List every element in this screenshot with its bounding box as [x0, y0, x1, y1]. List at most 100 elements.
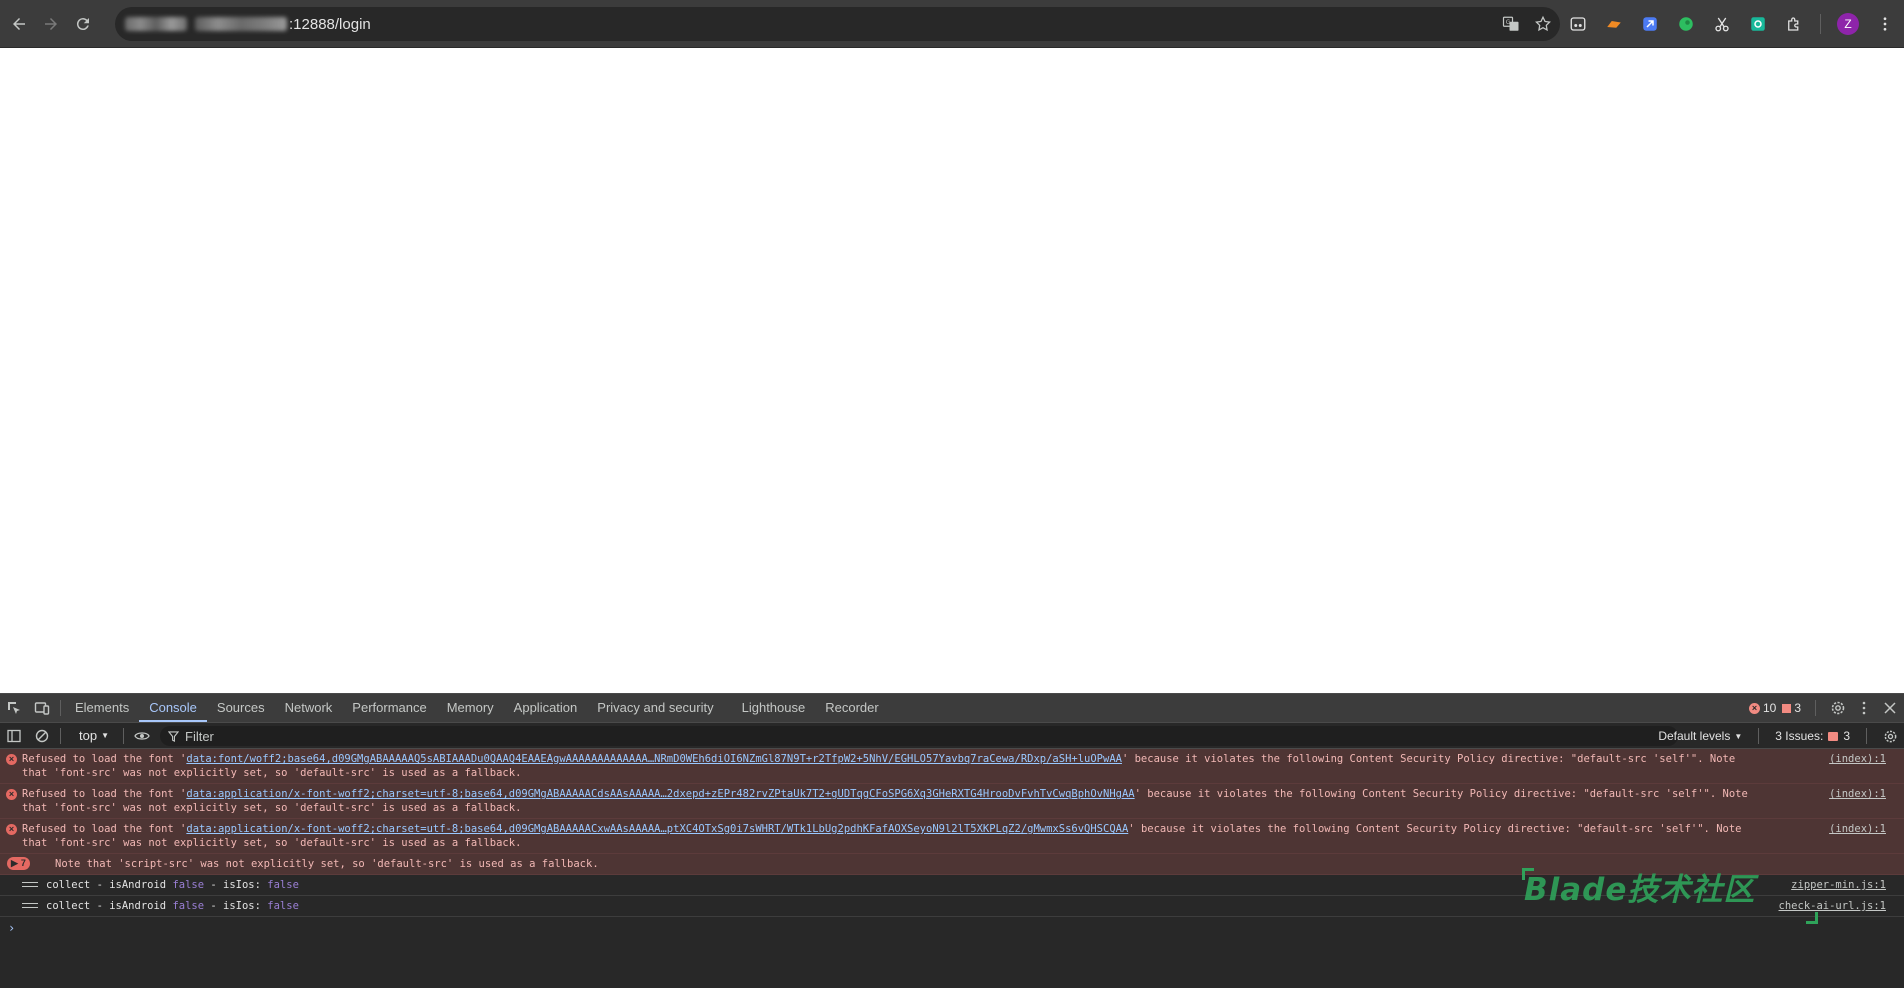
message-prefix: Refused to load the font '	[22, 823, 187, 835]
context-value: top	[79, 728, 98, 743]
reload-button[interactable]	[70, 11, 96, 37]
error-icon: ×	[6, 754, 17, 765]
filter-funnel-icon	[168, 730, 179, 742]
arrow-right-icon	[45, 17, 57, 30]
toolbar-divider	[123, 727, 124, 744]
toolbar-divider	[1758, 728, 1760, 744]
ext-evernote-icon[interactable]	[1676, 14, 1696, 34]
error-counter[interactable]: × 10 3	[1748, 701, 1801, 715]
repeat-count-badge: ▶ 7	[7, 857, 30, 870]
url-text: :12888/login	[289, 15, 371, 33]
redacted-block	[195, 17, 287, 31]
address-bar[interactable]: :12888/login G	[115, 7, 1560, 41]
translate-icon[interactable]: G	[1502, 15, 1520, 33]
console-prompt[interactable]: ›	[0, 917, 1904, 935]
console-settings-gear-icon[interactable]	[1883, 729, 1898, 744]
settings-gear-icon[interactable]	[1830, 700, 1846, 716]
toolbar-divider	[60, 727, 61, 744]
omnibox-actions: G	[1502, 7, 1552, 41]
log-value: false	[172, 879, 205, 891]
device-toolbar-icon[interactable]	[28, 694, 56, 722]
more-options-icon[interactable]	[1856, 700, 1872, 716]
tab-memory[interactable]: Memory	[437, 694, 504, 722]
message-prefix: Refused to load the font '	[22, 788, 187, 800]
toolbar-divider	[1815, 700, 1816, 716]
error-icon: ×	[1748, 702, 1760, 714]
toolbar-divider	[1866, 728, 1867, 744]
tab-recorder[interactable]: Recorder	[815, 694, 888, 722]
error-icon: ×	[6, 824, 17, 835]
issues-count: 3	[1843, 729, 1850, 743]
tab-elements[interactable]: Elements	[65, 694, 139, 722]
ext-green-icon[interactable]	[1748, 14, 1768, 34]
log-indicator-icon	[22, 882, 38, 887]
error-count: 10	[1762, 701, 1777, 715]
tab-privacy-security[interactable]: Privacy and security	[587, 694, 723, 722]
browser-menu-icon[interactable]	[1875, 14, 1895, 34]
source-link[interactable]: check-ai-url.js:1	[1779, 899, 1886, 913]
redacted-block	[125, 17, 187, 31]
ext-blue-icon[interactable]	[1640, 14, 1660, 34]
live-expression-eye-icon[interactable]	[128, 722, 156, 750]
watermark-logo: Blade技术社区	[1524, 872, 1756, 908]
data-url-link[interactable]: data:application/x-font-woff2;charset=ut…	[186, 788, 1134, 800]
source-link[interactable]: (index):1	[1829, 752, 1886, 766]
source-link[interactable]: (index):1	[1829, 822, 1886, 836]
filter-placeholder: Filter	[185, 728, 214, 744]
tab-sources[interactable]: Sources	[207, 694, 275, 722]
close-icon[interactable]	[1882, 700, 1898, 716]
log-text: collect - isAndroid	[46, 879, 167, 891]
console-filter-input[interactable]: Filter	[160, 726, 1678, 746]
forward-button[interactable]	[38, 11, 64, 37]
console-error-message: × Refused to load the font 'data:applica…	[0, 784, 1904, 819]
log-value: false	[267, 879, 299, 891]
tab-lighthouse[interactable]: Lighthouse	[732, 694, 816, 722]
issue-flag-icon	[1828, 731, 1839, 741]
devtools-tab-bar: Elements Console Sources Network Perform…	[0, 694, 1904, 723]
devtools-panel: Elements Console Sources Network Perform…	[0, 693, 1904, 988]
issues-counter[interactable]: 3 Issues: 3	[1775, 729, 1850, 743]
log-value: false	[267, 900, 299, 912]
source-link[interactable]: (index):1	[1829, 787, 1886, 801]
tab-application[interactable]: Application	[504, 694, 588, 722]
sidebar-toggle-icon[interactable]	[0, 722, 28, 750]
source-link[interactable]: zipper-min.js:1	[1791, 878, 1886, 892]
toolbar-divider	[60, 700, 61, 716]
data-url-link[interactable]: data:font/woff2;base64,d09GMgABAAAAAQ5sA…	[186, 753, 1122, 765]
reload-icon	[76, 17, 89, 30]
back-button[interactable]	[6, 11, 32, 37]
error-icon: ×	[6, 789, 17, 800]
tab-network[interactable]: Network	[275, 694, 343, 722]
ext-dark-reader-icon[interactable]	[1568, 14, 1588, 34]
message-prefix: Refused to load the font '	[22, 753, 187, 765]
log-value: false	[172, 900, 205, 912]
console-toolbar-right: Default levels ▼ 3 Issues: 3	[1658, 723, 1898, 749]
expand-triangle-icon: ▶	[11, 858, 18, 868]
console-toolbar: top ▼ Filter Default levels ▼ 3 Issues: …	[0, 723, 1904, 749]
inspect-element-icon[interactable]	[0, 694, 28, 722]
console-error-message: × Refused to load the font 'data:applica…	[0, 819, 1904, 854]
bookmark-star-icon[interactable]	[1534, 15, 1552, 33]
profile-avatar[interactable]: Z	[1837, 13, 1859, 35]
extensions-puzzle-icon[interactable]	[1784, 14, 1804, 34]
ext-scissors-icon[interactable]	[1712, 14, 1732, 34]
console-error-message: × Refused to load the font 'data:font/wo…	[0, 749, 1904, 784]
clear-console-icon[interactable]	[28, 722, 56, 750]
arrow-left-icon	[13, 17, 25, 30]
context-selector[interactable]: top ▼	[65, 728, 119, 743]
tab-console[interactable]: Console	[139, 694, 207, 722]
log-levels-value: Default levels	[1658, 729, 1731, 743]
issue-flag-icon	[1782, 703, 1792, 713]
group-message: Note that 'script-src' was not explicitl…	[55, 858, 599, 870]
log-text: - isIos:	[210, 879, 261, 891]
browser-toolbar: :12888/login G Z	[0, 0, 1904, 48]
ext-orange-icon[interactable]	[1604, 14, 1624, 34]
chevron-down-icon: ▼	[101, 731, 109, 740]
log-indicator-icon	[22, 903, 38, 908]
data-url-link[interactable]: data:application/x-font-woff2;charset=ut…	[186, 823, 1128, 835]
extensions-area: Z	[1568, 0, 1895, 48]
tab-performance[interactable]: Performance	[342, 694, 436, 722]
log-levels-dropdown[interactable]: Default levels ▼	[1658, 729, 1742, 743]
issues-label: 3 Issues:	[1775, 729, 1824, 743]
repeat-count: 7	[20, 858, 26, 868]
